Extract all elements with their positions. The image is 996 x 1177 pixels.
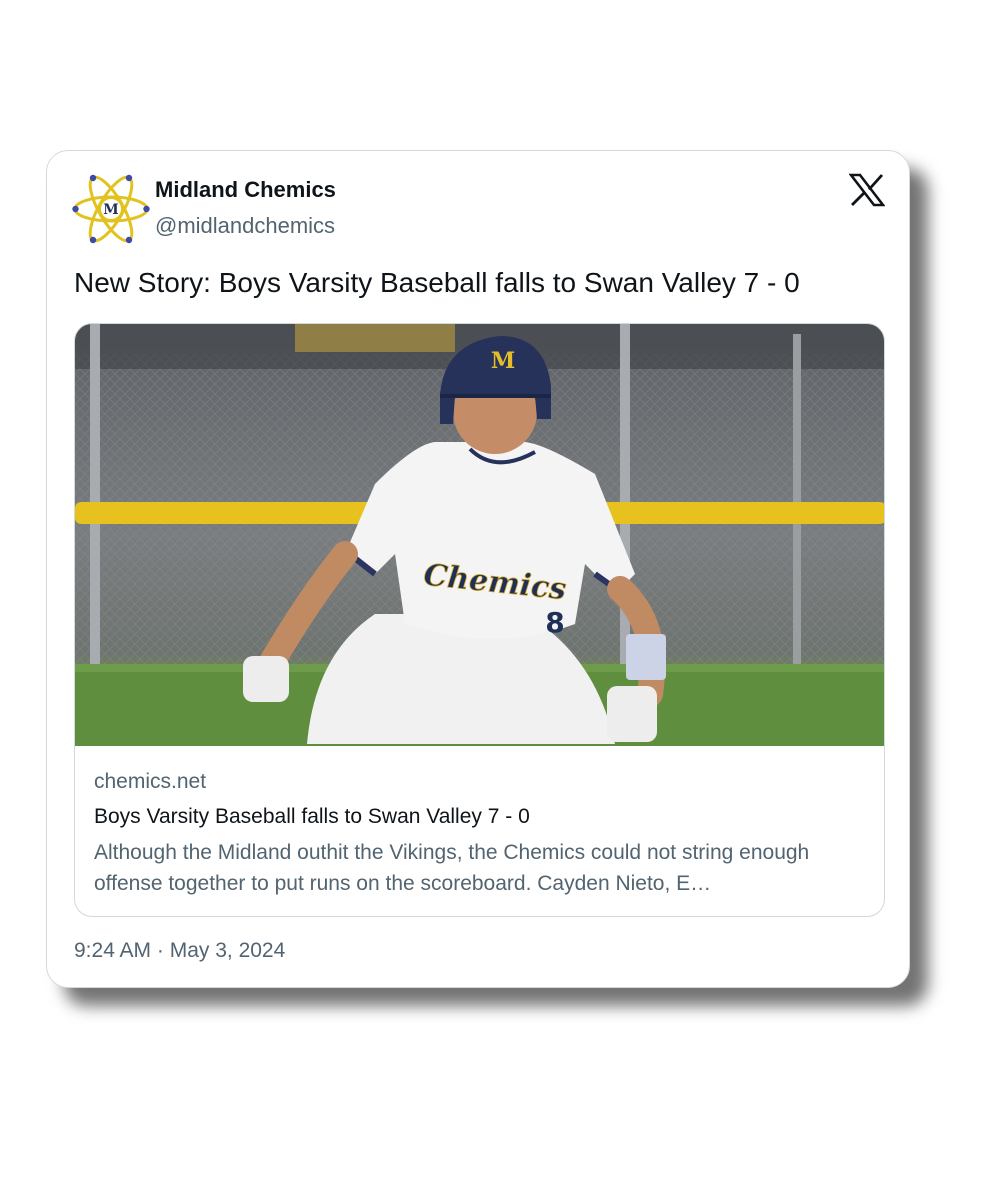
atom-logo-icon[interactable]: M xyxy=(72,170,150,248)
x-logo-icon[interactable] xyxy=(849,173,885,207)
link-domain[interactable]: chemics.net xyxy=(94,768,865,796)
article-image[interactable]: M Chemics 8 xyxy=(75,324,885,746)
tweet-card[interactable]: M Midland Chemics @midlandchemics New St… xyxy=(46,150,910,988)
avatar-letter: M xyxy=(103,202,119,218)
link-title[interactable]: Boys Varsity Baseball falls to Swan Vall… xyxy=(94,803,865,831)
link-preview-card[interactable]: M Chemics 8 chemics.net Boys Varsity Bas… xyxy=(74,323,885,917)
author-name[interactable]: Midland Chemics xyxy=(155,177,336,203)
tweet-text: New Story: Boys Varsity Baseball falls t… xyxy=(74,267,800,298)
tweet-timestamp[interactable]: 9:24 AM · May 3, 2024 xyxy=(74,939,285,963)
link-description[interactable]: Although the Midland outhit the Vikings,… xyxy=(94,837,865,899)
jersey-number: 8 xyxy=(545,606,564,639)
helmet-letter: M xyxy=(491,348,515,374)
author-handle[interactable]: @midlandchemics xyxy=(155,213,335,239)
